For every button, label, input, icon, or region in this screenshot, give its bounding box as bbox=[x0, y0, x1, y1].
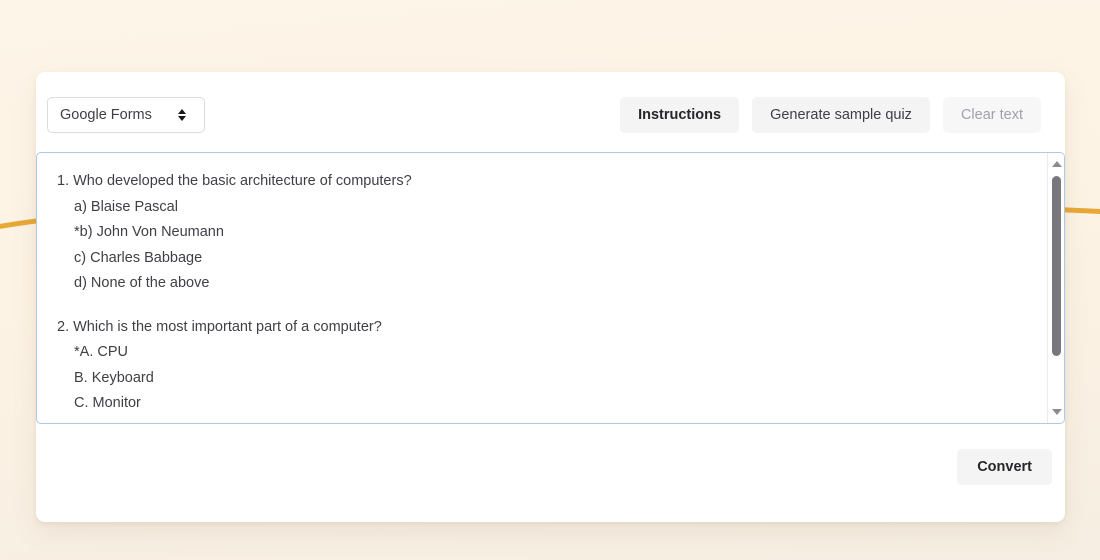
format-select[interactable]: Google Forms bbox=[47, 97, 205, 133]
question-block: 2. Which is the most important part of a… bbox=[57, 315, 1033, 417]
converter-card: Google Forms Instructions Generate sampl… bbox=[36, 72, 1065, 522]
convert-button[interactable]: Convert bbox=[957, 449, 1052, 485]
question-option: C. Monitor bbox=[74, 395, 141, 411]
question-block: 1. Who developed the basic architecture … bbox=[57, 169, 1033, 297]
instructions-button[interactable]: Instructions bbox=[620, 97, 740, 133]
toolbar-buttons: Instructions Generate sample quiz Clear … bbox=[620, 97, 1041, 133]
scroll-up-icon[interactable] bbox=[1048, 156, 1064, 172]
scrollbar-thumb[interactable] bbox=[1052, 176, 1061, 356]
question-prompt: 2. Which is the most important part of a… bbox=[57, 318, 382, 335]
question-option: d) None of the above bbox=[74, 275, 210, 291]
editor-scrollbar[interactable] bbox=[1047, 153, 1064, 423]
question-option: *b) John Von Neumann bbox=[74, 224, 224, 240]
question-option: c) Charles Babbage bbox=[74, 249, 203, 266]
question-option: *A. CPU bbox=[74, 344, 128, 360]
question-prompt: 1. Who developed the basic architecture … bbox=[57, 173, 412, 189]
select-stepper-icon bbox=[178, 109, 186, 121]
generate-sample-quiz-button[interactable]: Generate sample quiz bbox=[752, 97, 930, 133]
quiz-textarea[interactable]: 1. Who developed the basic architecture … bbox=[36, 152, 1065, 424]
quiz-text-content[interactable]: 1. Who developed the basic architecture … bbox=[37, 153, 1047, 423]
card-footer: Convert bbox=[36, 432, 1065, 522]
scroll-down-icon[interactable] bbox=[1048, 404, 1064, 420]
question-option: B. Keyboard bbox=[74, 369, 154, 386]
clear-text-button[interactable]: Clear text bbox=[942, 97, 1041, 133]
format-select-value: Google Forms bbox=[60, 107, 152, 123]
quiz-editor-area: 1. Who developed the basic architecture … bbox=[36, 152, 1065, 424]
question-option: a) Blaise Pascal bbox=[74, 198, 178, 215]
format-select-box[interactable]: Google Forms bbox=[47, 97, 205, 133]
toolbar: Google Forms Instructions Generate sampl… bbox=[36, 72, 1065, 156]
